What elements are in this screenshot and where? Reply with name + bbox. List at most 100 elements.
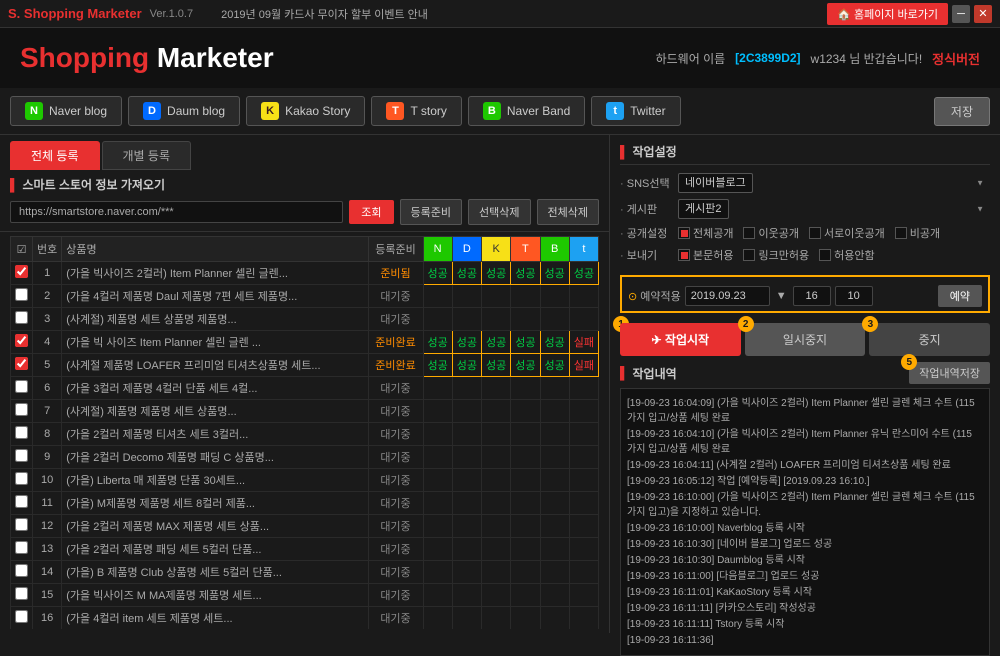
public-all-option[interactable]: 전체공개 [678, 225, 733, 241]
send-link-option[interactable]: 링크만허용 [743, 247, 809, 263]
table-row-check[interactable] [11, 538, 33, 561]
table-row-d [452, 285, 481, 308]
table-row-k: 성공 [482, 262, 511, 285]
send-radio-group: 본문허용 링크만허용 허용안함 [678, 247, 875, 263]
register-ready-button[interactable]: 등록준비 [400, 199, 462, 225]
table-row-check[interactable] [11, 400, 33, 423]
table-row-b [540, 285, 569, 308]
table-row-tw [569, 446, 598, 469]
table-row-b [540, 469, 569, 492]
title-bar-right: 🏠 홈페이지 바로가기 ─ ✕ [827, 3, 992, 25]
stop-button[interactable]: 중지 [869, 323, 990, 356]
delete-all-button[interactable]: 전체삭제 [537, 199, 599, 225]
start-button[interactable]: ✈ 작업시작 [620, 323, 741, 356]
schedule-minute-input[interactable] [835, 286, 873, 306]
table-row-check[interactable] [11, 262, 33, 285]
table-row-d [452, 446, 481, 469]
channel-naver-band-button[interactable]: B Naver Band [468, 96, 585, 126]
channel-naver-blog-button[interactable]: N Naver blog [10, 96, 122, 126]
public-private-option[interactable]: 비공개 [895, 225, 940, 241]
table-row-k [482, 538, 511, 561]
table-row-num: 9 [33, 446, 62, 469]
send-body-option[interactable]: 본문허용 [678, 247, 733, 263]
table-row-t [511, 400, 540, 423]
table-row-status: 대기중 [368, 561, 423, 584]
send-link-checkbox[interactable] [743, 249, 755, 261]
sns-select[interactable]: 네이버블로그 [678, 173, 753, 193]
table-row-status: 대기중 [368, 515, 423, 538]
table-row-check[interactable] [11, 377, 33, 400]
worklog-title: 작업내역 [620, 365, 677, 382]
table-row-check[interactable] [11, 469, 33, 492]
table-row-status: 대기중 [368, 584, 423, 607]
public-mutual-checkbox[interactable] [809, 227, 821, 239]
table-row-check[interactable] [11, 308, 33, 331]
table-row-n [423, 584, 452, 607]
public-all-checkbox[interactable] [678, 227, 690, 239]
channel-kakao-story-button[interactable]: K Kakao Story [246, 96, 365, 126]
minimize-button[interactable]: ─ [952, 5, 970, 23]
public-neighbor-checkbox[interactable] [743, 227, 755, 239]
channel-t-story-button[interactable]: T T story [371, 96, 461, 126]
close-button[interactable]: ✕ [974, 5, 992, 23]
col-check: ☑ [11, 237, 33, 262]
table-row-n: 성공 [423, 262, 452, 285]
table-row-check[interactable] [11, 423, 33, 446]
board-label: 게시판 [620, 201, 670, 217]
table-row-check[interactable] [11, 515, 33, 538]
tab-all-register[interactable]: 전체 등록 [10, 141, 100, 170]
table-row-name: (가을 2컬러 Decomo 제품명 패딩 C 상품명... [62, 446, 368, 469]
table-row-d [452, 607, 481, 630]
table-row-check[interactable] [11, 285, 33, 308]
col-t: T [511, 237, 540, 262]
table-row-k [482, 515, 511, 538]
table-row-check[interactable] [11, 492, 33, 515]
naver-band-label: Naver Band [507, 104, 570, 118]
delete-selected-button[interactable]: 선택삭제 [468, 199, 530, 225]
col-status: 등록준비 [368, 237, 423, 262]
channel-twitter-button[interactable]: t Twitter [591, 96, 680, 126]
save-button[interactable]: 저장 [934, 97, 990, 126]
table-row-tw [569, 400, 598, 423]
schedule-button[interactable]: 예약 [938, 285, 982, 307]
send-none-option[interactable]: 허용안함 [819, 247, 874, 263]
worklog-entry: [19-09-23 16:04:11] (사계절 2컬러) LOAFER 프리미… [627, 458, 983, 473]
tab-individual-register[interactable]: 개별 등록 [102, 141, 192, 170]
worklog-entry: [19-09-23 16:11:11] Tstory 등록 시작 [627, 617, 983, 632]
schedule-date-input[interactable] [685, 286, 770, 306]
table-row-t [511, 308, 540, 331]
pause-button[interactable]: 일시중지 [745, 323, 866, 356]
table-row-check[interactable] [11, 607, 33, 630]
search-button[interactable]: 조회 [349, 200, 393, 224]
table-row-t [511, 561, 540, 584]
table-row-check[interactable] [11, 354, 33, 377]
table-row-name: (가을) M제품명 제품명 세트 8컬러 제품... [62, 492, 368, 515]
save-log-button[interactable]: 작업내역저장 [909, 362, 990, 384]
table-row-n [423, 561, 452, 584]
smart-store-title: 스마트 스토어 정보 가져오기 [10, 176, 599, 193]
public-neighbor-option[interactable]: 이웃공개 [743, 225, 798, 241]
table-row-check[interactable] [11, 584, 33, 607]
worklog-section: 작업내역 5 작업내역저장 [19-09-23 16:04:09] (가을 빅사… [620, 362, 990, 656]
channel-daum-blog-button[interactable]: D Daum blog [128, 96, 240, 126]
table-row-d: 성공 [452, 331, 481, 354]
table-row-d [452, 515, 481, 538]
smart-store-url-input[interactable] [10, 201, 343, 223]
save-log-wrapper: 5 작업내역저장 [909, 362, 990, 384]
table-row-check[interactable] [11, 446, 33, 469]
public-mutual-option[interactable]: 서로이웃공개 [809, 225, 885, 241]
table-row-check[interactable] [11, 561, 33, 584]
table-row-status: 대기중 [368, 492, 423, 515]
table-row-check[interactable] [11, 331, 33, 354]
schedule-hour-input[interactable] [793, 286, 831, 306]
send-none-checkbox[interactable] [819, 249, 831, 261]
board-select[interactable]: 게시판2 [678, 199, 729, 219]
send-body-checkbox[interactable] [678, 249, 690, 261]
public-private-checkbox[interactable] [895, 227, 907, 239]
naver-blog-icon: N [25, 102, 43, 120]
t-story-label: T story [410, 104, 446, 118]
send-label: 보내기 [620, 247, 670, 263]
product-table-scroll[interactable]: ☑ 번호 상품명 등록준비 N D K T B t [10, 236, 599, 629]
homepage-button[interactable]: 🏠 홈페이지 바로가기 [827, 3, 948, 25]
worklog-content[interactable]: [19-09-23 16:04:09] (가을 빅사이즈 2컬러) Item P… [620, 388, 990, 656]
